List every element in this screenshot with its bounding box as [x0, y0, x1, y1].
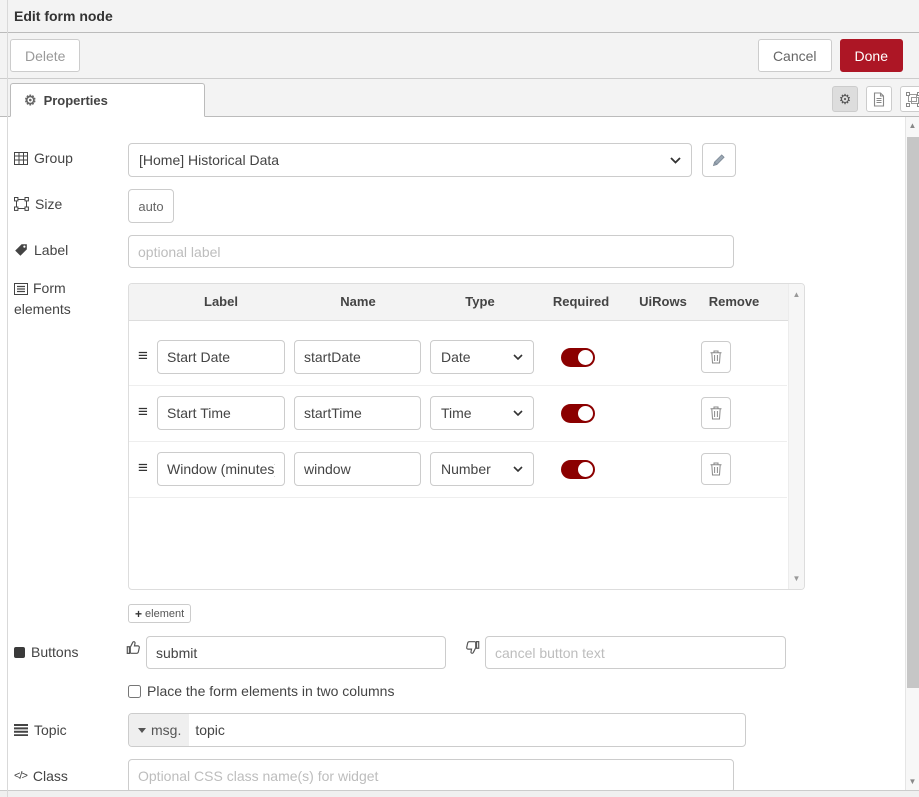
- caret-down-icon: [138, 728, 146, 733]
- description-icon-button[interactable]: [866, 86, 892, 112]
- form-elements-label: Form elements: [14, 279, 106, 319]
- two-columns-label: Place the form elements in two columns: [147, 683, 394, 699]
- delete-element-button[interactable]: [701, 453, 731, 485]
- chevron-down-icon: [513, 410, 523, 416]
- delete-button[interactable]: Delete: [10, 39, 80, 72]
- two-columns-row: Place the form elements in two columns: [128, 683, 394, 699]
- dialog-title: Edit form node: [0, 0, 919, 33]
- topic-type-button[interactable]: msg.: [129, 714, 189, 746]
- form-element-row: ≡ Time: [129, 386, 787, 442]
- element-type-select[interactable]: Time: [430, 396, 534, 430]
- drag-handle-icon[interactable]: ≡: [138, 346, 148, 366]
- col-header-uirows: UiRows: [639, 294, 687, 309]
- element-type-select[interactable]: Date: [430, 340, 534, 374]
- element-label-input[interactable]: [157, 452, 285, 486]
- col-header-type: Type: [465, 294, 494, 309]
- plus-icon: +: [135, 607, 142, 621]
- thumbs-down-icon: [465, 640, 480, 660]
- element-label-input[interactable]: [157, 340, 285, 374]
- list-alt-icon: [14, 281, 28, 300]
- chevron-down-icon: [670, 157, 681, 164]
- tab-properties-label: Properties: [44, 93, 108, 108]
- element-name-input[interactable]: [294, 340, 421, 374]
- tab-bar: ⚙ Properties ⚙: [0, 78, 919, 117]
- drag-handle-icon[interactable]: ≡: [138, 402, 148, 422]
- delete-element-button[interactable]: [701, 397, 731, 429]
- col-header-remove: Remove: [709, 294, 760, 309]
- table-icon: [14, 152, 28, 165]
- table-scrollbar[interactable]: ▲ ▼: [788, 284, 804, 589]
- topic-value-input[interactable]: topic: [189, 714, 225, 746]
- form-element-row: ≡ Number: [129, 442, 787, 498]
- submit-button-text-input[interactable]: [146, 636, 446, 669]
- required-toggle[interactable]: [561, 460, 595, 479]
- main-scrollbar[interactable]: ▲ ▼: [905, 117, 919, 790]
- add-element-button[interactable]: + element: [128, 604, 191, 623]
- two-columns-checkbox[interactable]: [128, 685, 141, 698]
- object-size-icon: [14, 197, 29, 211]
- class-label: </> Class: [14, 768, 68, 784]
- tag-icon: [14, 243, 28, 257]
- scroll-up-icon[interactable]: ▲: [789, 290, 804, 299]
- gear-icon: ⚙: [839, 92, 852, 106]
- edit-form-node-dialog: Edit form node Delete Cancel Done ⚙ Prop…: [0, 0, 919, 797]
- class-input[interactable]: [128, 759, 734, 793]
- gear-icon: ⚙: [24, 93, 37, 107]
- cancel-button[interactable]: Cancel: [758, 39, 832, 72]
- col-header-required: Required: [553, 294, 609, 309]
- trash-icon: [710, 406, 722, 420]
- properties-icon-button[interactable]: ⚙: [832, 86, 858, 112]
- label-input[interactable]: [128, 235, 734, 268]
- done-button[interactable]: Done: [840, 39, 903, 72]
- label-label: Label: [14, 242, 68, 258]
- list-icon: [14, 724, 28, 736]
- document-icon: [872, 92, 886, 107]
- size-label: Size: [14, 196, 62, 212]
- cancel-button-text-input[interactable]: [485, 636, 786, 669]
- form-elements-rows: ≡ Date ≡ Time: [129, 321, 804, 590]
- group-select[interactable]: [Home] Historical Data: [128, 143, 692, 177]
- trash-icon: [710, 462, 722, 476]
- element-name-input[interactable]: [294, 396, 421, 430]
- chevron-down-icon: [513, 354, 523, 360]
- element-type-select[interactable]: Number: [430, 452, 534, 486]
- scrollbar-thumb[interactable]: [907, 137, 919, 688]
- edit-group-button[interactable]: [702, 143, 736, 177]
- square-icon: [14, 647, 25, 658]
- dialog-footer-strip: [0, 790, 919, 797]
- thumbs-up-icon: [126, 640, 141, 660]
- trash-icon: [710, 350, 722, 364]
- topic-typed-input: msg. topic: [128, 713, 746, 747]
- col-header-label: Label: [204, 294, 238, 309]
- scroll-down-icon[interactable]: ▼: [789, 574, 804, 583]
- delete-element-button[interactable]: [701, 341, 731, 373]
- required-toggle[interactable]: [561, 404, 595, 423]
- appearance-icon-button[interactable]: [900, 86, 919, 112]
- size-auto-button[interactable]: auto: [128, 189, 174, 223]
- chevron-down-icon: [513, 466, 523, 472]
- form-element-row: ≡ Date: [129, 330, 787, 386]
- tab-properties[interactable]: ⚙ Properties: [10, 83, 205, 117]
- group-select-value: [Home] Historical Data: [139, 152, 279, 168]
- form-elements-table-header: Label Name Type Required UiRows Remove: [129, 284, 804, 321]
- required-toggle[interactable]: [561, 348, 595, 367]
- group-label: Group: [14, 150, 73, 166]
- buttons-label: Buttons: [14, 644, 78, 660]
- drag-handle-icon[interactable]: ≡: [138, 458, 148, 478]
- topic-label: Topic: [14, 722, 67, 738]
- col-header-name: Name: [340, 294, 375, 309]
- code-icon: </>: [14, 770, 27, 782]
- form-elements-table: Label Name Type Required UiRows Remove ≡…: [128, 283, 805, 590]
- properties-panel: Group [Home] Historical Data Size: [0, 117, 919, 790]
- scroll-up-icon[interactable]: ▲: [906, 121, 919, 130]
- scroll-down-icon[interactable]: ▼: [906, 777, 919, 786]
- element-name-input[interactable]: [294, 452, 421, 486]
- dialog-button-bar: Delete Cancel Done: [0, 33, 919, 78]
- object-group-icon: [906, 92, 919, 107]
- pencil-icon: [712, 153, 726, 167]
- element-label-input[interactable]: [157, 396, 285, 430]
